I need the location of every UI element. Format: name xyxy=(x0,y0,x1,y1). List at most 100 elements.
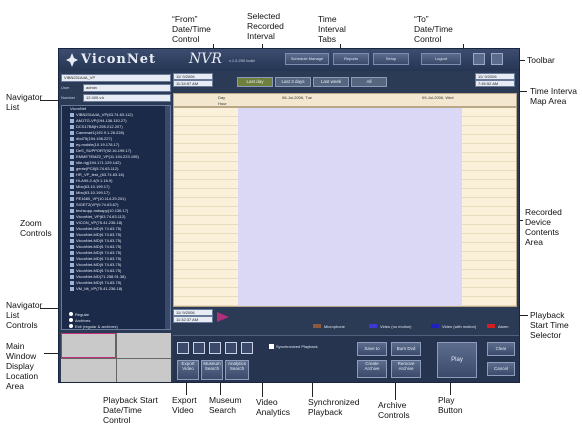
cancel-button[interactable]: Cancel xyxy=(487,362,515,376)
callout-recorded-device: Recorded Device Contents Area xyxy=(525,207,562,247)
zoom-5x5-icon[interactable] xyxy=(241,342,253,354)
reports-button[interactable]: Reports xyxy=(333,53,369,65)
navigator-item-label: ViconNet-MD(9.74.63.75) xyxy=(76,268,122,273)
callout-archive-controls: Archive Controls xyxy=(378,400,410,420)
navigator-item-label: ViconNet-MD(9.74.63.75) xyxy=(76,280,122,285)
camera-icon xyxy=(70,173,74,177)
clear-button[interactable]: Clear xyxy=(487,342,515,356)
app-logo: ViconNet xyxy=(81,52,156,67)
callout-play-button: Play Button xyxy=(438,395,463,415)
navigator-item-label: PE1680_VP(10.114.29.201) xyxy=(76,196,126,201)
camera-icon xyxy=(70,167,74,171)
display-location-cell[interactable] xyxy=(116,333,171,358)
from-date-time-control[interactable]: 11/ 9/2006 11:34:57 AM xyxy=(173,73,213,87)
leader-line xyxy=(395,380,396,400)
navigator-scrollbar[interactable] xyxy=(165,106,170,329)
callout-time-tabs: Time Interval Tabs xyxy=(318,14,346,44)
tab-last-day[interactable]: Last day xyxy=(237,77,273,87)
camera-icon xyxy=(70,245,74,249)
museum-search-button[interactable]: Museum Search xyxy=(201,360,223,380)
camera-icon xyxy=(70,233,74,237)
camera-icon xyxy=(70,263,74,267)
close-icon[interactable] xyxy=(491,53,503,65)
to-date-time-control[interactable]: 11/ 9/2006 7:45:52 AM xyxy=(475,73,515,87)
navigator-item[interactable]: VM_Mt_VP(75.41.236.18) xyxy=(62,286,170,292)
recorded-device-contents-area[interactable] xyxy=(173,107,517,307)
playback-start-date-time-control[interactable]: 11/ 9/2006 11:32:37 AM xyxy=(173,309,213,323)
camera-icon xyxy=(70,137,74,141)
navigator-item-label: AM1TG-VP(194.136.110.27) xyxy=(76,118,127,123)
display-location-cell[interactable] xyxy=(61,358,116,382)
navigator-list[interactable]: ViconNet VIBN231A4A_VP(63.74.63.112) AM1T… xyxy=(61,105,171,330)
setup-button[interactable]: Setup xyxy=(373,53,409,65)
number-field: Number 12.400.v.k xyxy=(61,93,171,102)
navigator-item-label: Hl-A90-2-4(9.1.16.9) xyxy=(76,178,113,183)
camera-icon xyxy=(70,197,74,201)
app-title: NVR xyxy=(189,51,222,67)
radio-exit[interactable]: Exit (regular & archives) xyxy=(61,323,171,329)
callout-navigator-list: Navigator List xyxy=(6,92,43,112)
tab-last-3-days[interactable]: Last 3 days xyxy=(275,77,311,87)
timeline-panel: 11/ 9/2006 11:34:57 AM Last day Last 3 d… xyxy=(173,73,517,333)
tab-all[interactable]: All xyxy=(351,77,387,87)
navigator-item-label: VICON_VP(75.41.236.18) xyxy=(76,220,123,225)
navigator-item-label: VIBN231A4A_VP(63.74.63.112) xyxy=(76,112,133,117)
legend-video-with-motion: Video (with motion) xyxy=(431,322,476,330)
zoom-3x3-icon[interactable] xyxy=(209,342,221,354)
nvr-application-window: ViconNet NVR v.1.0.200 build Schedule Ma… xyxy=(58,48,520,383)
camera-icon xyxy=(70,119,74,123)
schedule-manage-button[interactable]: Schedule Manage xyxy=(285,53,329,65)
navigator-item-label: Mbc(63.10.199.17) xyxy=(76,184,110,189)
callout-sync-playback: Synchronized Playback xyxy=(308,397,360,417)
camera-icon xyxy=(70,149,74,153)
user-field: User admin xyxy=(61,83,171,92)
save-to-button[interactable]: Save to xyxy=(357,342,387,356)
camera-icon xyxy=(70,281,74,285)
navigator-item-label: ey-mobile(10.19.178.17) xyxy=(76,142,120,147)
zoom-2x2-icon[interactable] xyxy=(193,342,205,354)
navigator-panel: VIBN231A4A_VP User admin Number 12.400.v… xyxy=(61,73,171,335)
navigator-item-label: ViconNet-MD(9.74.63.75) xyxy=(76,250,122,255)
main-window-display-location-area[interactable] xyxy=(61,333,171,382)
playback-start-time-selector-icon[interactable] xyxy=(215,311,231,323)
minimize-icon[interactable] xyxy=(473,53,485,65)
selected-recorded-interval[interactable] xyxy=(238,108,462,306)
create-archive-button[interactable]: Create Archive xyxy=(357,360,387,378)
toolbar: ViconNet NVR v.1.0.200 build Schedule Ma… xyxy=(59,49,519,71)
callout-zoom-controls: Zoom Controls xyxy=(20,218,52,238)
synchronized-playback-checkbox[interactable]: Synchronized Playback xyxy=(269,344,318,349)
camera-icon xyxy=(70,203,74,207)
burn-dvd-button[interactable]: Burn Dvd xyxy=(391,342,421,356)
camera-icon xyxy=(70,227,74,231)
play-button[interactable]: Play xyxy=(437,342,477,378)
camera-icon xyxy=(70,125,74,129)
navigator-item-label: VM_Mt_VP(75.41.236.18) xyxy=(76,286,123,291)
zoom-1x1-icon[interactable] xyxy=(177,342,189,354)
navigator-list-controls: Regular Archives Exit (regular & archive… xyxy=(61,311,171,333)
zoom-4x4-icon[interactable] xyxy=(225,342,237,354)
callout-museum-search: Museum Search xyxy=(209,395,242,415)
navigator-item-label: ViconNet_VP(63.74.63.112) xyxy=(76,214,126,219)
analytics-search-button[interactable]: Analytics Search xyxy=(225,360,249,380)
legend-microphone: Microphone xyxy=(313,322,345,330)
navigator-item-label: DCS17B8(H.255.212.207) xyxy=(76,124,123,129)
bottom-controls: Export Video Museum Search Analytics Sea… xyxy=(173,335,519,382)
app-version: v.1.0.200 build xyxy=(229,58,255,63)
callout-to-date: “To” Date/Time Control xyxy=(414,14,453,44)
camera-icon xyxy=(70,251,74,255)
navigator-item-label: HR_VP_test_(63.74.63.16) xyxy=(76,172,125,177)
export-video-button[interactable]: Export Video xyxy=(177,360,199,380)
tab-last-week[interactable]: Last week xyxy=(313,77,349,87)
camera-icon xyxy=(70,287,74,291)
camera-icon xyxy=(70,131,74,135)
callout-time-map: Time Interva Map Area xyxy=(530,86,577,106)
remove-archive-button[interactable]: Remove Archive xyxy=(391,360,421,378)
time-interval-map-area[interactable]: Day Hour 08-Jul-2006, Tue 09-Jul-2006, W… xyxy=(173,93,517,107)
navigator-item-label: Mbc(63.10.199.17) xyxy=(76,190,110,195)
camera-icon xyxy=(70,191,74,195)
site-name-field: VIBN231A4A_VP xyxy=(61,73,171,82)
display-location-cell[interactable] xyxy=(116,358,171,382)
navigator-item-label: ViconNet-MD(9.74.63.75) xyxy=(76,244,122,249)
logout-button[interactable]: Logout xyxy=(421,53,461,65)
display-location-cell[interactable] xyxy=(61,333,116,358)
